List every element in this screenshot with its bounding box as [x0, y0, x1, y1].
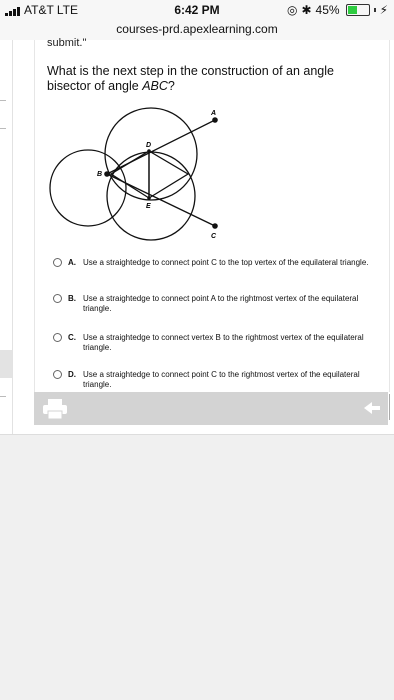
radio-c[interactable] [53, 333, 62, 342]
rail-mark [0, 100, 6, 101]
circle-top [104, 107, 198, 201]
battery-fill [347, 6, 358, 14]
page-content: submit." What is the next step in the co… [0, 37, 394, 435]
bluetooth-icon: ✱ [301, 3, 312, 17]
choice-text: Use a straightedge to connect vertex B t… [83, 333, 364, 352]
choice-letter: B. [68, 294, 76, 303]
rail-mark [0, 396, 6, 397]
point-c [212, 223, 218, 229]
rail-tab[interactable] [0, 350, 12, 378]
choice-letter: D. [68, 370, 76, 379]
question-prompt: What is the next step in the constructio… [47, 64, 377, 94]
battery-cap [373, 8, 376, 12]
status-right: ◎ ✱ 45% ⚡ [287, 3, 388, 17]
status-bar: AT&T LTE 6:42 PM ◎ ✱ 45% ⚡ [0, 0, 394, 22]
toolbar-divider [389, 394, 390, 420]
label-b: B [97, 171, 102, 178]
circle-bottom [106, 151, 196, 241]
left-rail [0, 40, 13, 434]
bottom-toolbar [34, 392, 390, 425]
label-e: E [146, 203, 151, 210]
point-b [104, 171, 110, 177]
point-d [147, 149, 151, 153]
battery-percent: 45% [315, 3, 340, 17]
back-arrow-icon[interactable] [362, 400, 382, 416]
choice-letter: C. [68, 333, 76, 342]
charging-icon: ⚡ [379, 3, 388, 17]
circle-left [49, 149, 127, 227]
label-c: C [211, 233, 217, 240]
label-a: A [210, 110, 216, 117]
choice-text: Use a straightedge to connect point A to… [83, 294, 359, 313]
prompt-suffix: ? [167, 79, 175, 93]
url-text[interactable]: courses-prd.apexlearning.com [116, 22, 277, 36]
print-icon[interactable] [40, 398, 70, 420]
choice-text: Use a straightedge to connect point C to… [83, 258, 369, 267]
prompt-var: ABC [142, 79, 168, 93]
point-e [147, 196, 151, 200]
radio-d[interactable] [53, 370, 62, 379]
lead-text: submit." [47, 37, 87, 49]
construction-figure: A B C D E [49, 107, 218, 241]
triangle-top [148, 149, 190, 200]
radio-b[interactable] [53, 294, 62, 303]
point-a [212, 117, 218, 123]
question-card: submit." What is the next step in the co… [34, 37, 390, 392]
rail-mark [0, 128, 6, 129]
radio-a[interactable] [53, 258, 62, 267]
choice-text: Use a straightedge to connect point C to… [83, 370, 360, 389]
battery-icon [345, 4, 370, 16]
choice-letter: A. [68, 258, 76, 267]
label-d: D [146, 142, 151, 149]
location-icon: ◎ [286, 3, 298, 17]
prompt-prefix: What is the next step in the constructio… [47, 64, 334, 93]
